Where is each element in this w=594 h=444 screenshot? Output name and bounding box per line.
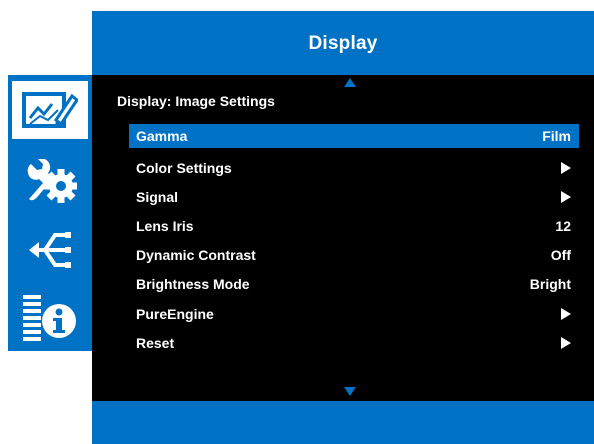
menu-item-value: Off xyxy=(550,247,571,264)
menu-item-label: Lens Iris xyxy=(136,217,194,234)
menu-item-color-settings[interactable]: Color Settings xyxy=(129,153,579,182)
menu-item-value: 12 xyxy=(555,217,571,234)
menu-item-dynamic-contrast[interactable]: Dynamic Contrast Off xyxy=(129,241,579,270)
network-share-icon xyxy=(29,231,71,268)
menu-item-pureengine[interactable]: PureEngine xyxy=(129,299,579,328)
menu-item-lens-iris[interactable]: Lens Iris 12 xyxy=(129,211,579,240)
menu-item-label: PureEngine xyxy=(136,305,214,322)
info-icon xyxy=(23,294,76,341)
menu-item-brightness-mode[interactable]: Brightness Mode Bright xyxy=(129,270,579,299)
menu-item-value: Film xyxy=(542,128,571,144)
sidebar-item-info[interactable] xyxy=(8,283,92,352)
sidebar-item-setup[interactable] xyxy=(8,147,92,216)
menu-item-label: Reset xyxy=(136,334,175,351)
scroll-up-arrow-icon[interactable] xyxy=(344,78,356,87)
menu-item-label: Dynamic Contrast xyxy=(136,247,256,264)
scroll-down-arrow-icon[interactable] xyxy=(344,387,356,396)
page-title: Display xyxy=(308,33,378,54)
menu-item-label: Signal xyxy=(136,188,179,205)
menu-item-label: Color Settings xyxy=(136,159,232,176)
menu-item-reset[interactable]: Reset xyxy=(129,328,579,357)
osd-menu: Display Display: Image Settings Gamma Fi… xyxy=(0,0,594,444)
sidebar-item-network[interactable] xyxy=(8,215,92,284)
tools-gear-icon xyxy=(27,158,77,203)
submenu-arrow-icon xyxy=(561,190,571,203)
submenu-arrow-icon xyxy=(561,161,571,174)
settings-menu: Gamma Film Color Settings Signal Lens Ir… xyxy=(129,124,579,357)
menu-item-label: Brightness Mode xyxy=(136,276,250,293)
section-title: Display: Image Settings xyxy=(117,93,275,109)
menu-item-value: Bright xyxy=(529,276,571,293)
sidebar xyxy=(8,75,92,351)
header-bar: Display xyxy=(92,11,594,75)
submenu-arrow-icon xyxy=(561,336,571,349)
sidebar-item-display[interactable] xyxy=(12,81,88,139)
display-chart-icon xyxy=(22,92,78,128)
menu-item-label: Gamma xyxy=(136,128,188,144)
footer-bar xyxy=(92,401,594,444)
submenu-arrow-icon xyxy=(561,307,571,320)
menu-item-signal[interactable]: Signal xyxy=(129,182,579,211)
menu-item-gamma[interactable]: Gamma Film xyxy=(129,124,579,148)
